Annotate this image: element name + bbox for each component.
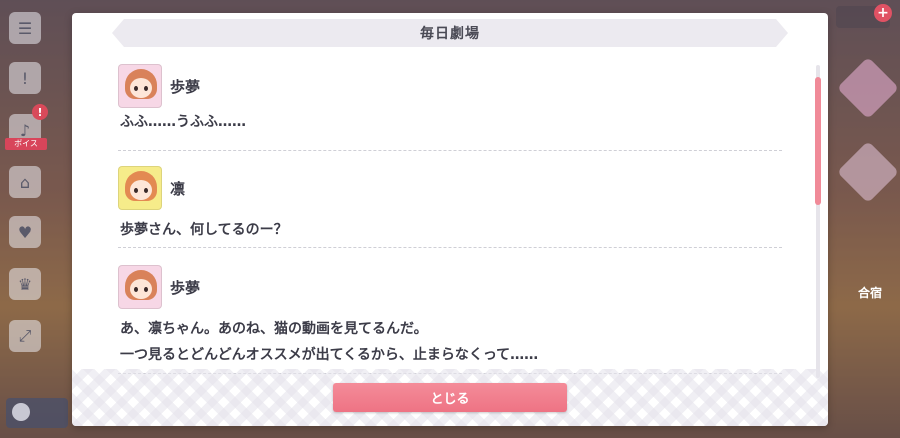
dialog-header: 毎日劇場: [112, 19, 788, 47]
speaker-row: 歩夢: [118, 63, 782, 109]
dialogue-line: 歩夢さん、何してるのー？: [120, 222, 288, 238]
dialogue-line: あ、凛ちゃん。あのね、猫の動画を見てるんだ。: [120, 321, 428, 337]
dialogue-entry: 凛 歩夢さん、何してるのー？: [118, 151, 782, 248]
dialog-title: 毎日劇場: [420, 26, 480, 42]
person-icon: [12, 403, 30, 421]
alert-badge-icon: !: [32, 104, 48, 120]
speaker-row: 凛: [118, 165, 782, 211]
menu-icon[interactable]: ☰: [9, 12, 41, 44]
left-menu-rail: ☰ ! ♪ ! ボイス ⌂ ♥ ♛ ⤢: [0, 0, 68, 438]
right-background-panel: [828, 0, 900, 438]
trophy-icon[interactable]: ♛: [9, 268, 41, 300]
question-diamond-icon[interactable]: [836, 56, 900, 120]
plus-icon[interactable]: +: [874, 4, 892, 22]
heart-icon[interactable]: ♥: [9, 216, 41, 248]
daily-theater-dialog: 毎日劇場 歩夢 ふふ……うふふ…… 凛 歩夢さん、何してるのー？ 歩夢 あ、凛ち…: [72, 13, 828, 426]
rin-avatar: [118, 166, 162, 210]
ayumu-avatar: [118, 265, 162, 309]
ayumu-avatar: [118, 64, 162, 108]
event-diamond-icon[interactable]: [836, 140, 900, 204]
fullscreen-icon[interactable]: ⤢: [9, 320, 41, 352]
rail-tag: ボイス: [5, 138, 47, 150]
speaker-row: 歩夢: [118, 264, 782, 310]
dialogue-line: 一つ見るとどんどんオススメが出てくるから、止まらなくって……: [120, 347, 539, 363]
dialogue-line: ふふ……うふふ……: [120, 114, 246, 130]
notice-icon[interactable]: !: [9, 62, 41, 94]
speaker-name: 歩夢: [170, 77, 201, 96]
dialogue-list[interactable]: 歩夢 ふふ……うふふ…… 凛 歩夢さん、何してるのー？ 歩夢 あ、凛ちゃん。あの…: [118, 63, 782, 383]
gift-icon[interactable]: ⌂: [9, 166, 41, 198]
bottom-left-button[interactable]: [6, 398, 68, 428]
speaker-name: 凛: [170, 179, 186, 198]
speaker-name: 歩夢: [170, 278, 201, 297]
gasshuku-label: 合宿: [858, 286, 883, 300]
scrollbar-thumb[interactable]: [815, 77, 821, 205]
dialogue-entry: 歩夢 あ、凛ちゃん。あのね、猫の動画を見てるんだ。 一つ見るとどんどんオススメが…: [118, 248, 782, 374]
dialogue-entry: 歩夢 ふふ……うふふ……: [118, 63, 782, 151]
close-button[interactable]: とじる: [333, 383, 567, 412]
